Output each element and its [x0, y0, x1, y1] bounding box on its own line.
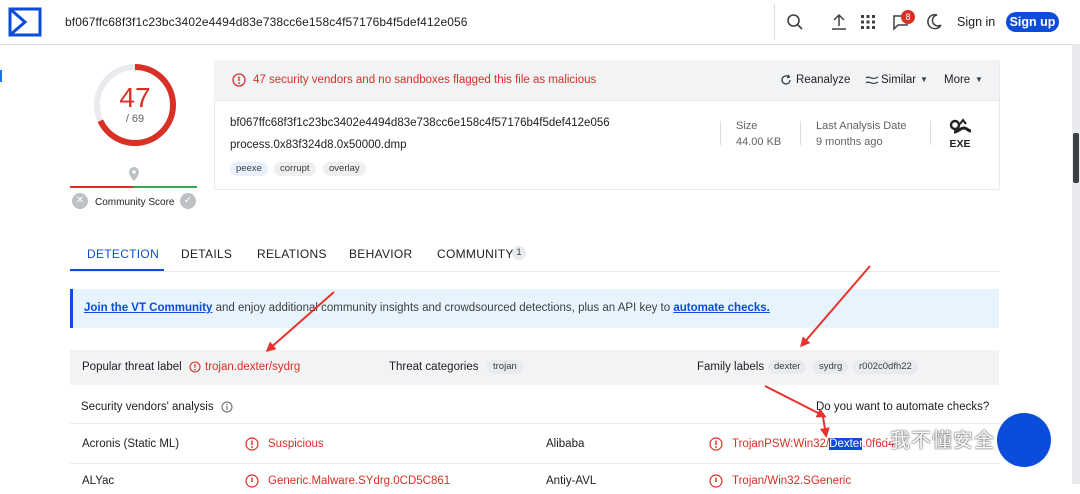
automate-checks-question[interactable]: Do you want to automate checks? — [816, 401, 989, 413]
community-score-positive-bar — [133, 186, 197, 188]
vendor-results-table — [70, 423, 999, 494]
scrollbar-track[interactable] — [1072, 44, 1080, 484]
automate-checks-link[interactable]: automate checks. — [673, 302, 770, 314]
info-icon[interactable] — [221, 401, 233, 413]
malicious-alert-icon — [709, 437, 723, 451]
alert-icon — [232, 73, 246, 87]
vendor-result: Generic.Malware.SYdrg.0CD5C861 — [268, 475, 451, 487]
last-analysis-value: 9 months ago — [816, 136, 883, 148]
signup-button[interactable]: Sign up — [1006, 12, 1059, 32]
threat-category-pill[interactable]: trojan — [487, 360, 523, 374]
vendor-result: Trojan/Win32.SGeneric — [732, 475, 852, 487]
tab-detection[interactable]: DETECTION — [87, 247, 159, 261]
file-hash[interactable]: bf067ffc68f3f1c23bc3402e4494d83e738cc6e1… — [230, 117, 610, 129]
similar-chevron-down-icon[interactable]: ▼ — [920, 75, 928, 84]
exe-file-type-icon: EXE — [949, 118, 972, 150]
join-community-link[interactable]: Join the VT Community — [84, 302, 212, 314]
virustotal-logo[interactable] — [8, 7, 42, 37]
popular-threat-label-heading: Popular threat label — [82, 361, 182, 373]
more-chevron-down-icon[interactable]: ▼ — [975, 75, 983, 84]
last-analysis-label: Last Analysis Date — [816, 120, 907, 132]
file-name: process.0x83f324d8.0x50000.dmp — [230, 139, 407, 151]
tab-behavior[interactable]: BEHAVIOR — [349, 247, 413, 261]
family-labels-heading: Family labels — [697, 361, 765, 373]
community-banner-text: Join the VT Community and enjoy addition… — [84, 302, 770, 314]
location-pin-icon — [129, 167, 139, 181]
notification-badge: 8 — [901, 10, 915, 24]
vote-harmless-icon[interactable]: ✓ — [180, 193, 196, 209]
file-type-label: EXE — [949, 138, 970, 150]
banner-body-text: and enjoy additional community insights … — [212, 302, 674, 314]
search-input[interactable]: bf067ffc68f3f1c23bc3402e4494d83e738cc6e1… — [65, 15, 468, 29]
window-edge-marker — [0, 70, 2, 82]
table-row-divider — [70, 463, 999, 464]
similar-button[interactable]: Similar — [881, 74, 916, 86]
size-label: Size — [736, 120, 758, 132]
vendor-name: Alibaba — [546, 438, 585, 450]
active-tab-indicator — [70, 269, 164, 271]
highlighted-family-text: Dexter — [829, 438, 863, 450]
similar-icon[interactable] — [865, 75, 879, 85]
family-label-pill[interactable]: sydrg — [813, 360, 849, 374]
malicious-alert-icon — [245, 437, 259, 451]
file-tag[interactable]: corrupt — [274, 162, 316, 176]
tab-details[interactable]: DETAILS — [181, 247, 232, 261]
apps-grid-icon[interactable] — [858, 12, 878, 32]
threat-categories-heading: Threat categories — [389, 361, 479, 373]
detection-total: / 69 — [125, 113, 145, 125]
vendor-name: Acronis (Static ML) — [82, 438, 180, 450]
family-label-pill[interactable]: dexter — [768, 360, 807, 374]
meta-divider — [720, 121, 721, 145]
vendors-analysis-title: Security vendors' analysis — [81, 401, 214, 413]
community-score-label: Community Score — [95, 197, 175, 208]
file-tag[interactable]: overlay — [323, 162, 366, 176]
reanalyze-button[interactable]: Reanalyze — [796, 74, 850, 86]
community-score-negative-bar — [70, 186, 133, 188]
vendor-name: ALYac — [82, 475, 115, 487]
meta-divider — [930, 121, 931, 145]
meta-divider — [800, 121, 801, 145]
signin-link[interactable]: Sign in — [957, 15, 995, 29]
file-tag[interactable]: peexe — [230, 162, 268, 176]
detection-count: 47 — [119, 82, 151, 113]
vote-malicious-icon[interactable]: ✕ — [72, 193, 88, 209]
popular-threat-label-value[interactable]: trojan.dexter/sydrg — [205, 361, 300, 373]
scrollbar-thumb[interactable] — [1073, 133, 1079, 183]
tab-relations[interactable]: RELATIONS — [257, 247, 327, 261]
vendor-result: Suspicious — [268, 438, 324, 450]
community-count-badge: 1 — [512, 246, 526, 260]
reanalyze-icon[interactable] — [780, 74, 792, 86]
tabs-divider — [70, 271, 999, 272]
vendor-name: Antiy-AVL — [546, 475, 597, 487]
family-label-pill[interactable]: r002c0dfh22 — [853, 360, 918, 374]
malicious-alert-icon — [709, 474, 723, 488]
more-button[interactable]: More — [944, 74, 970, 86]
vendor-result-prefix: TrojanPSW:Win32/ — [732, 438, 830, 450]
detection-alert-text: 47 security vendors and no sandboxes fla… — [253, 74, 597, 86]
watermark-text: 我不懂安全 — [890, 428, 995, 452]
upload-icon[interactable] — [829, 12, 849, 32]
dark-mode-icon[interactable] — [924, 12, 944, 32]
tab-community[interactable]: COMMUNITY — [437, 247, 514, 261]
malicious-alert-icon — [245, 474, 259, 488]
watermark-badge — [997, 413, 1051, 467]
vendor-result: TrojanPSW:Win32/Dexter.0f6d4 — [732, 438, 894, 450]
search-icon[interactable] — [785, 12, 805, 32]
threat-alert-icon — [189, 361, 201, 373]
size-value: 44.00 KB — [736, 136, 782, 148]
search-divider — [774, 4, 775, 40]
